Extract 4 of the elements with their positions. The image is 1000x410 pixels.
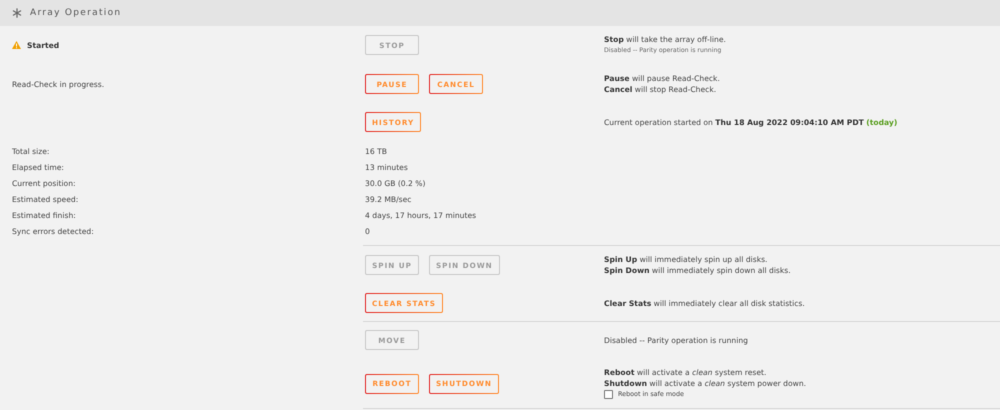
section-title: Array Operation (30, 8, 122, 18)
warning-icon (12, 41, 21, 49)
checkbox[interactable] (604, 390, 613, 399)
snowflake-icon (12, 8, 22, 18)
